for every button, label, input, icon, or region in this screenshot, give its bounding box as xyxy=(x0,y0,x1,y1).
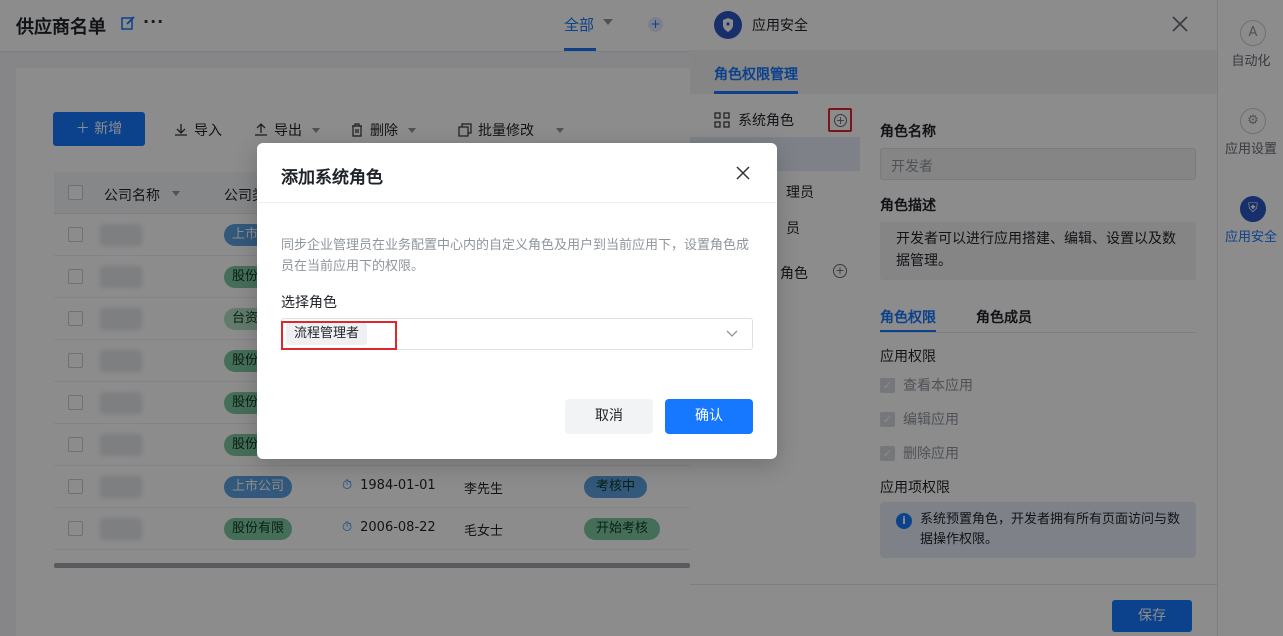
add-system-role-dialog: 添加系统角色 同步企业管理员在业务配置中心内的自定义角色及用户到当前应用下，设置… xyxy=(257,143,777,459)
confirm-button[interactable]: 确认 xyxy=(665,399,753,434)
dialog-description: 同步企业管理员在业务配置中心内的自定义角色及用户到当前应用下，设置角色成员在当前… xyxy=(281,238,750,274)
dialog-title: 添加系统角色 xyxy=(281,168,383,188)
selected-role-tag[interactable]: 流程管理者 xyxy=(286,323,368,345)
dialog-header: 添加系统角色 xyxy=(257,143,777,203)
cancel-button[interactable]: 取消 xyxy=(565,399,653,434)
select-role-label: 选择角色 xyxy=(281,295,337,311)
role-select[interactable]: 流程管理者 xyxy=(281,318,753,350)
close-icon[interactable] xyxy=(735,165,751,181)
chevron-down-icon[interactable] xyxy=(726,327,738,339)
